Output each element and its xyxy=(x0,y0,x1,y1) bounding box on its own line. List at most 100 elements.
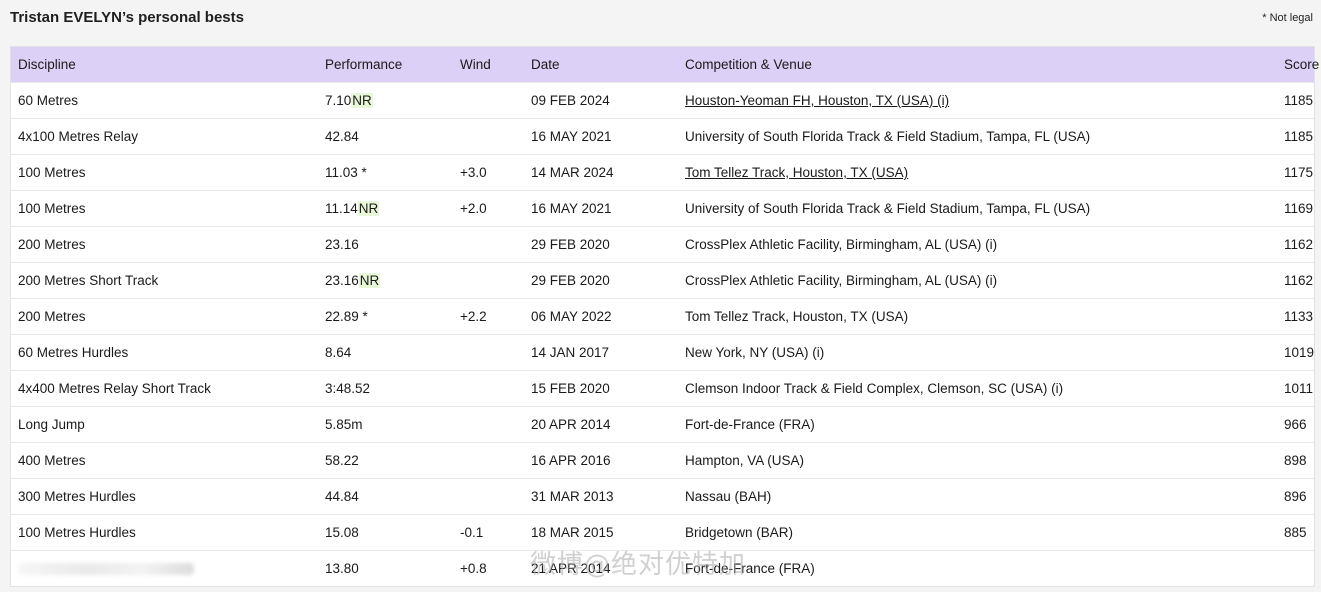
cell-wind xyxy=(453,226,524,263)
national-record-badge: NR xyxy=(358,273,381,288)
cell-date: 21 APR 2014 xyxy=(524,550,678,586)
cell-score: 1185 xyxy=(1277,82,1314,119)
column-header-wind[interactable]: Wind xyxy=(453,47,524,83)
cell-wind xyxy=(453,478,524,515)
cell-performance: 23.16 xyxy=(318,226,453,263)
cell-discipline: 200 Metres xyxy=(11,226,318,263)
cell-performance: 5.85m xyxy=(318,406,453,443)
cell-score: 885 xyxy=(1277,514,1314,551)
cell-date: 20 APR 2014 xyxy=(524,406,678,443)
national-record-badge: NR xyxy=(351,93,373,108)
venue-text: Fort-de-France (FRA) xyxy=(685,417,815,432)
performance-value: 11.14 xyxy=(325,201,358,216)
cell-venue[interactable]: Houston-Yeoman FH, Houston, TX (USA) (i) xyxy=(678,82,1277,119)
cell-wind xyxy=(453,370,524,407)
venue-text: University of South Florida Track & Fiel… xyxy=(685,129,1091,144)
table-row: 4x400 Metres Relay Short Track 3:48.52 15 … xyxy=(11,370,1314,407)
table-row: 4x100 Metres Relay 42.84 16 MAY 2021 Univer… xyxy=(11,118,1314,155)
performance-value: 42.84 xyxy=(325,129,359,144)
column-header-venue[interactable]: Competition & Venue xyxy=(678,47,1277,83)
table-row: 400 Metres 58.22 16 APR 2016 Hampton, VA (U… xyxy=(11,442,1314,479)
cell-venue: Hampton, VA (USA) xyxy=(678,442,1277,479)
cell-score xyxy=(1277,550,1314,586)
cell-venue: University of South Florida Track & Fiel… xyxy=(678,118,1277,155)
cell-discipline: Long Jump xyxy=(11,406,318,443)
cell-wind xyxy=(453,82,524,119)
venue-link[interactable]: Houston-Yeoman FH, Houston, TX (USA) (i) xyxy=(685,93,949,108)
cell-performance: 13.80 xyxy=(318,550,453,586)
cell-venue: Fort-de-France (FRA) xyxy=(678,406,1277,443)
cell-venue: Nassau (BAH) xyxy=(678,478,1277,515)
cell-date: 06 MAY 2022 xyxy=(524,298,678,335)
cell-wind xyxy=(453,262,524,299)
venue-text: CrossPlex Athletic Facility, Birmingham,… xyxy=(685,237,998,252)
cell-date: 09 FEB 2024 xyxy=(524,82,678,119)
cell-wind xyxy=(453,406,524,443)
venue-text: New York, NY (USA) (i) xyxy=(685,345,825,360)
cell-performance: 3:48.52 xyxy=(318,370,453,407)
cell-score: 896 xyxy=(1277,478,1314,515)
blurred-discipline xyxy=(18,563,194,576)
not-legal-note: * Not legal xyxy=(1262,12,1313,24)
cell-discipline: 200 Metres Short Track xyxy=(11,262,318,299)
cell-venue[interactable]: Tom Tellez Track, Houston, TX (USA) xyxy=(678,154,1277,191)
performance-value: 15.08 xyxy=(325,525,359,540)
cell-discipline: 300 Metres Hurdles xyxy=(11,478,318,515)
cell-score: 966 xyxy=(1277,406,1314,443)
performance-value: 5.85m xyxy=(325,417,363,432)
table-row: 300 Metres Hurdles 44.84 31 MAR 2013 Nassau… xyxy=(11,478,1314,515)
cell-wind xyxy=(453,118,524,155)
table-row: 100 Metres 11.03 * +3.0 14 MAR 2024 Tom Tell… xyxy=(11,154,1314,191)
cell-venue: CrossPlex Athletic Facility, Birmingham,… xyxy=(678,226,1277,263)
cell-venue: Tom Tellez Track, Houston, TX (USA) xyxy=(678,298,1277,335)
column-header-score[interactable]: Score xyxy=(1277,47,1319,83)
cell-date: 15 FEB 2020 xyxy=(524,370,678,407)
cell-score: 1011 xyxy=(1277,370,1314,407)
cell-score: 1133 xyxy=(1277,298,1314,335)
cell-date: 14 MAR 2024 xyxy=(524,154,678,191)
cell-discipline: 4x100 Metres Relay xyxy=(11,118,318,155)
venue-text: Nassau (BAH) xyxy=(685,489,772,504)
table-row: 100 Metres Hurdles 15.08 -0.1 18 MAR 2015 Br… xyxy=(11,514,1314,551)
cell-discipline: 100 Metres xyxy=(11,190,318,227)
venue-text: Fort-de-France (FRA) xyxy=(685,561,815,576)
venue-link[interactable]: Tom Tellez Track, Houston, TX (USA) xyxy=(685,165,908,180)
cell-performance: 11.03 * xyxy=(318,154,453,191)
cell-score: 1169 xyxy=(1277,190,1314,227)
column-header-discipline[interactable]: Discipline xyxy=(11,47,318,83)
cell-wind: +2.0 xyxy=(453,190,524,227)
cell-performance: 58.22 xyxy=(318,442,453,479)
cell-date: 29 FEB 2020 xyxy=(524,262,678,299)
table-row: 200 Metres 23.16 29 FEB 2020 CrossPlex Athl… xyxy=(11,226,1314,263)
column-header-performance[interactable]: Performance xyxy=(318,47,453,83)
cell-wind: +2.2 xyxy=(453,298,524,335)
table-row: Long Jump 5.85m 20 APR 2014 Fort-de-France … xyxy=(11,406,1314,443)
table-row: 60 Metres Hurdles 8.64 14 JAN 2017 New York… xyxy=(11,334,1314,371)
cell-performance: 8.64 xyxy=(318,334,453,371)
performance-value: 13.80 xyxy=(325,561,359,576)
performance-value: 23.16 xyxy=(325,237,359,252)
cell-performance: 7.10NR xyxy=(318,82,453,119)
cell-performance: 23.16NR xyxy=(318,262,453,299)
cell-performance: 22.89 * xyxy=(318,298,453,335)
cell-discipline: 400 Metres xyxy=(11,442,318,479)
performance-value: 23.16 xyxy=(325,273,359,288)
cell-wind xyxy=(453,442,524,479)
cell-discipline: 100 Metres Hurdles xyxy=(11,514,318,551)
venue-text: Hampton, VA (USA) xyxy=(685,453,805,468)
venue-text: University of South Florida Track & Fiel… xyxy=(685,201,1091,216)
venue-text: Tom Tellez Track, Houston, TX (USA) xyxy=(685,309,909,324)
cell-discipline: 60 Metres xyxy=(11,82,318,119)
column-header-date[interactable]: Date xyxy=(524,47,678,83)
performance-value: 7.10 xyxy=(325,93,352,108)
cell-date: 16 MAY 2021 xyxy=(524,118,678,155)
cell-discipline: 60 Metres Hurdles xyxy=(11,334,318,371)
cell-score: 1162 xyxy=(1277,226,1314,263)
personal-bests-page: Tristan EVELYN’s personal bests * Not le… xyxy=(0,0,1321,592)
cell-discipline xyxy=(11,550,318,586)
cell-score: 1175 xyxy=(1277,154,1314,191)
cell-date: 16 MAY 2021 xyxy=(524,190,678,227)
table-row: 13.80 +0.8 21 APR 2014 Fort-de-France (FRA) xyxy=(11,550,1314,586)
cell-venue: University of South Florida Track & Fiel… xyxy=(678,190,1277,227)
cell-wind: +0.8 xyxy=(453,550,524,586)
